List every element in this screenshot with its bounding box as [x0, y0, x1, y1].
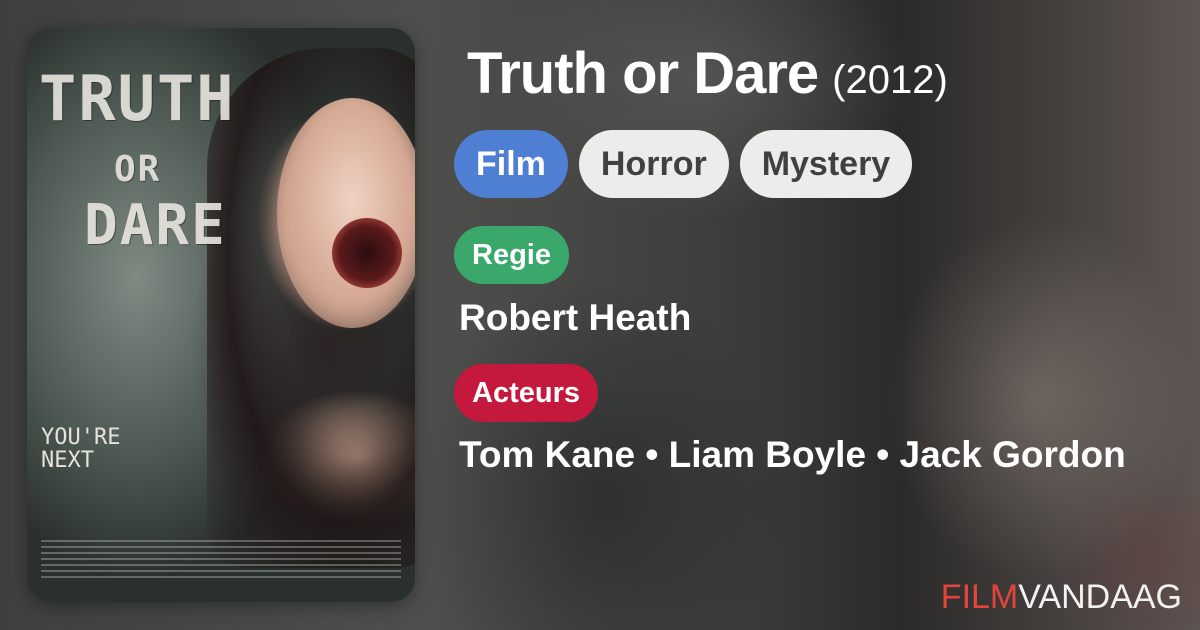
poster-title-line-3: DARE: [84, 193, 227, 258]
poster-title-line-2: OR: [114, 149, 162, 190]
tag-mystery[interactable]: Mystery: [739, 130, 913, 198]
poster-face-shape: [277, 98, 415, 328]
poster-tagline: YOU'RE NEXT: [41, 425, 121, 474]
cast-label-pill: Acteurs: [454, 364, 598, 422]
brand-logo-part-film: FILM: [940, 578, 1019, 616]
title-row: Truth or Dare (2012): [467, 40, 948, 107]
director-name: Robert Heath: [459, 297, 692, 338]
director-label-pill: Regie: [454, 226, 569, 284]
genre-tags: Film Horror Mystery: [454, 130, 913, 198]
poster-title-line-1: TRUTH: [39, 62, 236, 135]
movie-title: Truth or Dare: [467, 41, 819, 106]
cast-names: Tom Kane • Liam Boyle • Jack Gordon: [459, 434, 1126, 475]
poster-mouth-shape: [332, 218, 402, 288]
movie-year: (2012): [832, 58, 948, 102]
tag-horror[interactable]: Horror: [578, 130, 729, 198]
tag-film[interactable]: Film: [454, 130, 568, 198]
brand-logo-part-vandaag: VANDAAG: [1018, 578, 1182, 616]
brand-logo: FILMVANDAAG: [941, 578, 1182, 617]
movie-poster: TRUTH OR DARE YOU'RE NEXT: [27, 28, 415, 602]
poster-credits-block: [41, 538, 401, 578]
poster-title: TRUTH OR DARE: [39, 68, 239, 254]
